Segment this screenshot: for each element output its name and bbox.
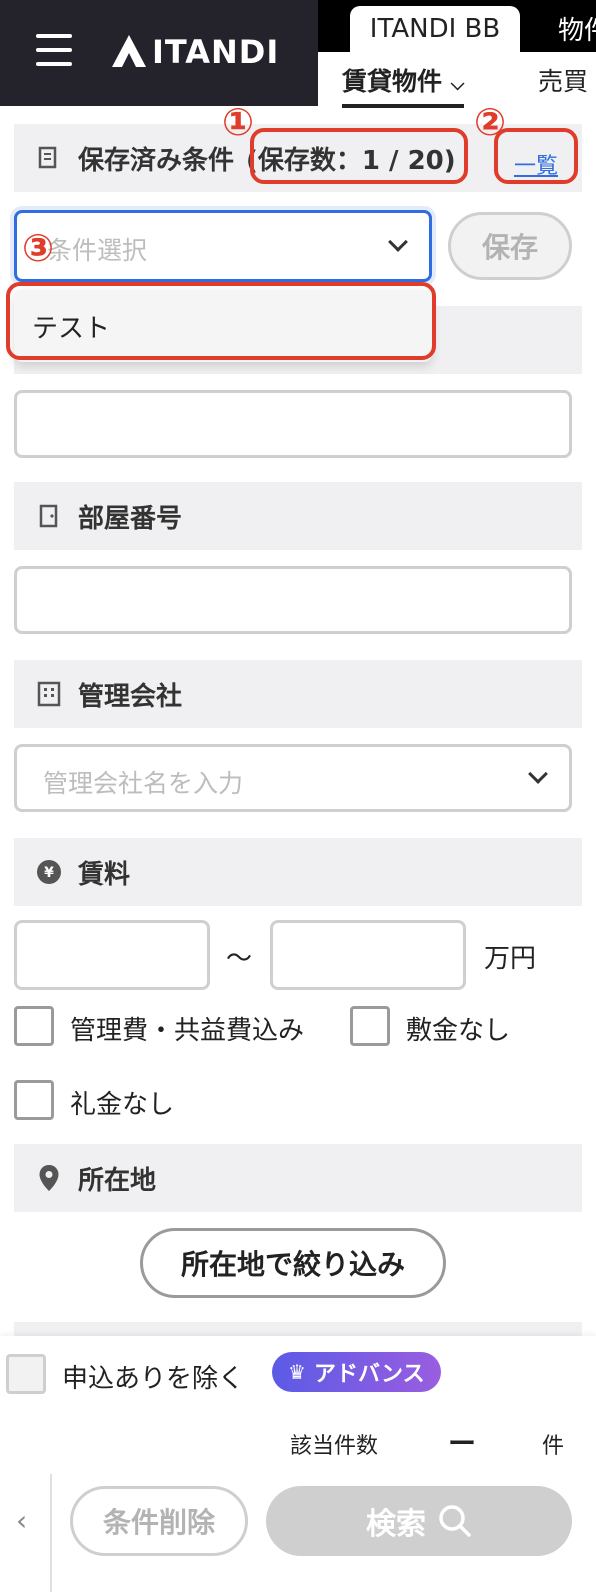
chevron-down-icon <box>528 764 548 784</box>
rent-header: ¥ 賃料 <box>14 838 582 906</box>
crown-icon: ♛ <box>288 1360 306 1384</box>
annotation-box-3 <box>6 282 436 360</box>
exclude-applied-checkbox[interactable] <box>6 1354 46 1394</box>
room-number-input[interactable] <box>14 566 572 634</box>
room-number-title: 部屋番号 <box>78 503 183 534</box>
nav-rent-property[interactable]: 賃貸物件 ⌵ <box>342 62 465 108</box>
result-count-label: 該当件数 <box>290 1434 379 1459</box>
document-icon <box>36 145 62 171</box>
advance-badge: ♛ アドバンス <box>272 1352 441 1392</box>
search-icon <box>439 1505 471 1537</box>
management-company-select[interactable]: 管理会社名を入力 <box>14 744 572 812</box>
annotation-number-1: ① <box>222 100 255 144</box>
save-button[interactable]: 保存 <box>448 212 572 280</box>
itandi-logo-mark <box>112 35 146 67</box>
filter-location-button[interactable]: 所在地で絞り込み <box>140 1228 446 1298</box>
rent-unit: 万円 <box>484 944 537 974</box>
annotation-box-2 <box>494 128 578 184</box>
result-count-unit: 件 <box>542 1434 565 1459</box>
no-deposit-checkbox[interactable] <box>350 1006 390 1046</box>
rent-min-input[interactable] <box>14 920 210 990</box>
range-tilde: 〜 <box>226 944 253 974</box>
result-count-value: ー <box>448 1427 477 1460</box>
annotation-number-2: ② <box>474 100 507 144</box>
exclude-applied-label: 申込ありを除く <box>62 1364 245 1394</box>
footer-divider <box>50 1474 52 1592</box>
condition-select-placeholder: 条件選択 <box>47 236 148 265</box>
annotation-number-3: ③ <box>22 226 55 270</box>
management-company-placeholder: 管理会社名を入力 <box>43 769 244 798</box>
no-deposit-label: 敷金なし <box>406 1016 511 1046</box>
advance-label: アドバンス <box>313 1362 425 1387</box>
search-button[interactable]: 検索 <box>266 1486 572 1556</box>
tab-itandi-bb[interactable]: ITANDI BB <box>350 6 520 52</box>
logo-text: ITANDI <box>152 33 280 71</box>
rent-max-input[interactable] <box>270 920 466 990</box>
map-pin-icon <box>36 1165 62 1191</box>
condition-select[interactable]: 条件選択 <box>14 210 432 282</box>
include-fees-checkbox[interactable] <box>14 1006 54 1046</box>
nav-sale-property[interactable]: 売買 <box>538 62 588 98</box>
menu-icon[interactable] <box>36 34 72 68</box>
rent-title: 賃料 <box>78 859 131 890</box>
clear-conditions-button[interactable]: 条件削除 <box>70 1486 248 1556</box>
saved-conditions-title: 保存済み条件 <box>78 145 235 176</box>
building-icon <box>36 681 62 707</box>
chevron-down-icon <box>388 232 408 252</box>
nav-rent-label: 賃貸物件 <box>342 67 443 96</box>
room-number-header: 部屋番号 <box>14 482 582 550</box>
search-button-label: 検索 <box>366 1507 426 1542</box>
management-company-header: 管理会社 <box>14 660 582 728</box>
svg-text:¥: ¥ <box>44 865 54 881</box>
include-fees-label: 管理費・共益費込み <box>70 1016 305 1046</box>
chevron-down-icon: ⌵ <box>450 74 465 95</box>
tab-property[interactable]: 物件 <box>558 10 596 47</box>
annotation-box-1 <box>250 128 468 184</box>
location-header: 所在地 <box>14 1144 582 1212</box>
itandi-logo[interactable]: ITANDI <box>110 30 279 74</box>
yen-icon: ¥ <box>36 859 62 885</box>
management-company-title: 管理会社 <box>78 681 183 712</box>
location-title: 所在地 <box>78 1165 157 1196</box>
back-chevron-icon[interactable]: ‹ <box>16 1504 27 1537</box>
no-key-money-checkbox[interactable] <box>14 1080 54 1120</box>
door-icon <box>36 503 62 529</box>
no-key-money-label: 礼金なし <box>70 1090 175 1120</box>
property-name-input[interactable] <box>14 390 572 458</box>
